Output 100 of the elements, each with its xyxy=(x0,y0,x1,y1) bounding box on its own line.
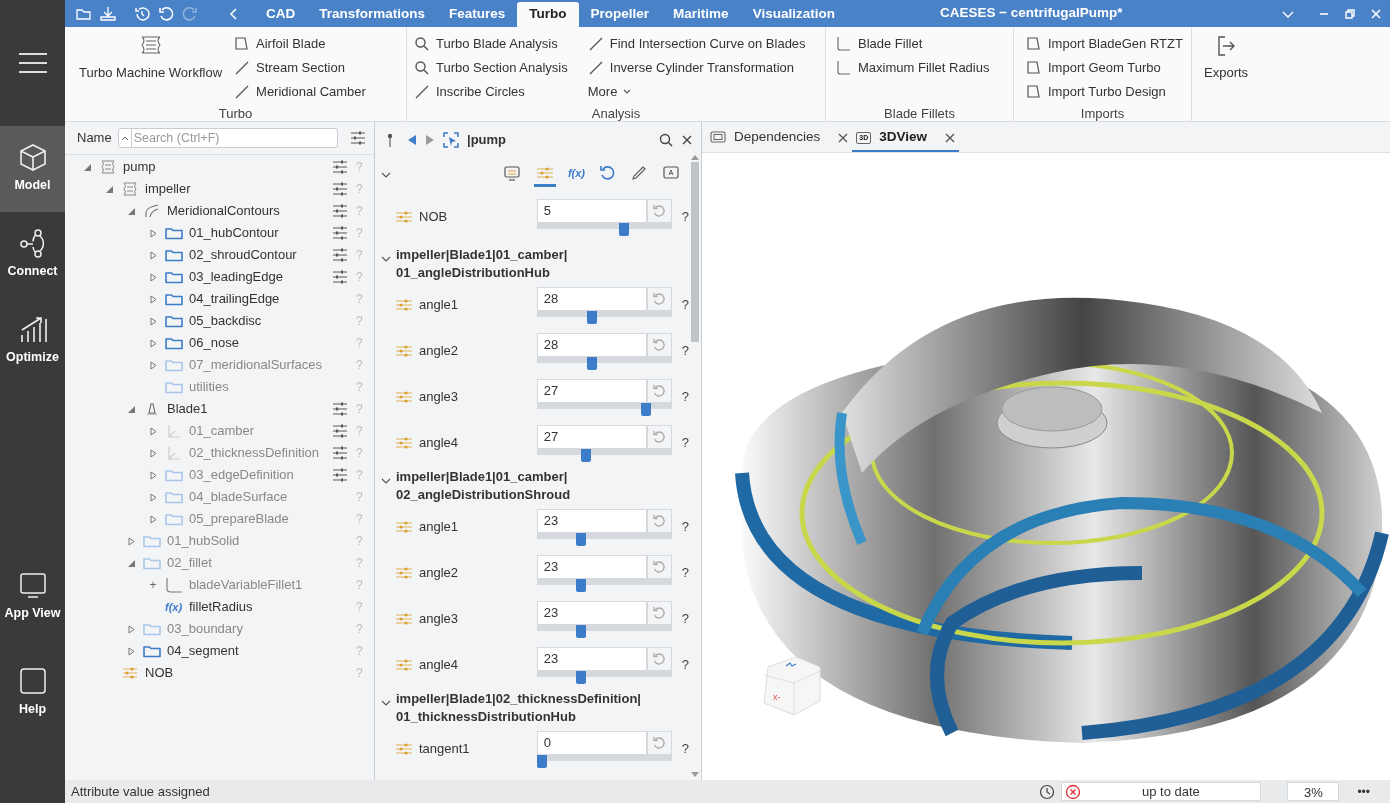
ribbon-tab[interactable]: Transformations xyxy=(307,2,438,27)
search-icon[interactable] xyxy=(659,132,673,147)
forward-arrow-icon[interactable] xyxy=(425,133,435,146)
reset-button[interactable] xyxy=(646,646,672,671)
slider-thumb[interactable] xyxy=(536,754,547,768)
value-field[interactable]: 28 xyxy=(536,286,647,311)
value-field[interactable]: 27 xyxy=(536,378,647,403)
large-button[interactable]: Turbo Machine Workflow xyxy=(79,34,223,104)
help-mark[interactable]: ? xyxy=(681,387,689,407)
chevron-down-icon[interactable] xyxy=(381,699,391,707)
slider-thumb[interactable] xyxy=(586,356,597,370)
ribbon-button[interactable]: Inscribe Circles xyxy=(414,82,568,102)
sliders-icon[interactable] xyxy=(332,467,348,483)
value-field[interactable]: 28 xyxy=(536,332,647,357)
close-icon[interactable] xyxy=(681,133,693,146)
help-mark[interactable]: ? xyxy=(681,295,689,315)
nav-item[interactable]: Help xyxy=(0,650,65,736)
collapsed-arrow-icon[interactable] xyxy=(126,624,136,634)
pin-icon[interactable] xyxy=(387,132,393,147)
chevron-down-icon[interactable] xyxy=(381,170,391,179)
sliders-icon[interactable] xyxy=(332,401,348,417)
tree-item[interactable]: 04_trailingEdge xyxy=(189,289,280,309)
sliders-icon[interactable] xyxy=(350,130,366,146)
slider-track[interactable] xyxy=(536,624,672,638)
slider-track[interactable] xyxy=(536,402,672,416)
help-mark[interactable]: ? xyxy=(681,739,689,759)
value-field[interactable]: 23 xyxy=(536,508,647,533)
search-field[interactable]: Search (Ctrl+F) xyxy=(131,128,338,148)
slider-track[interactable] xyxy=(536,448,672,462)
collapsed-arrow-icon[interactable] xyxy=(148,250,158,260)
slider-thumb[interactable] xyxy=(640,402,651,416)
collapsed-arrow-icon[interactable] xyxy=(148,272,158,282)
ribbon-button[interactable]: Find Intersection Curve on Blades xyxy=(587,34,806,54)
value-field[interactable]: 23 xyxy=(536,554,647,579)
view-mode-button[interactable]: f(x) xyxy=(565,162,587,187)
reset-button[interactable] xyxy=(646,508,672,533)
sliders-icon[interactable] xyxy=(332,247,348,263)
slider-thumb[interactable] xyxy=(575,670,586,684)
ribbon-tab[interactable]: Propeller xyxy=(578,2,662,27)
help-mark[interactable]: ? xyxy=(681,609,689,629)
collapsed-arrow-icon[interactable] xyxy=(148,360,158,370)
nav-item[interactable]: Optimize xyxy=(0,298,65,384)
ribbon-button[interactable]: Inverse Cylinder Transformation xyxy=(587,58,806,78)
history-icon[interactable] xyxy=(1039,783,1056,800)
reset-button[interactable] xyxy=(646,424,672,449)
tree-item[interactable]: 06_nose xyxy=(189,333,239,353)
scrollbar-thumb[interactable] xyxy=(691,162,699,342)
help-mark[interactable]: ? xyxy=(681,433,689,453)
back-arrow-icon[interactable] xyxy=(407,133,417,146)
sliders-icon[interactable] xyxy=(332,269,348,285)
help-mark[interactable]: ? xyxy=(681,563,689,583)
collapsed-arrow-icon[interactable] xyxy=(126,646,136,656)
chevron-down-icon[interactable] xyxy=(381,477,391,485)
ribbon-button[interactable]: More xyxy=(587,82,806,102)
slider-thumb[interactable] xyxy=(619,222,630,236)
ribbon-button[interactable]: Meridional Camber xyxy=(234,82,366,102)
value-field[interactable]: 0 xyxy=(536,730,647,755)
slider-track[interactable] xyxy=(536,578,672,592)
tree-item[interactable]: Blade1 xyxy=(167,399,208,419)
sliders-icon[interactable] xyxy=(332,159,348,175)
ribbon-button[interactable]: Airfoil Blade xyxy=(234,34,366,54)
slider-track[interactable] xyxy=(536,310,672,324)
collapsed-arrow-icon[interactable] xyxy=(126,536,136,546)
more-button[interactable]: ••• xyxy=(1357,782,1370,801)
tree-item[interactable]: impeller xyxy=(145,179,191,199)
tree-item[interactable]: MeridionalContours xyxy=(167,201,280,221)
ribbon-button[interactable]: Stream Section xyxy=(234,58,366,78)
slider-thumb[interactable] xyxy=(580,448,591,462)
expanded-arrow-icon[interactable] xyxy=(104,184,114,194)
ribbon-button[interactable]: Maximum Fillet Radius xyxy=(836,58,990,78)
tree-item[interactable]: pump xyxy=(123,157,156,177)
collapsed-arrow-icon[interactable] xyxy=(148,338,158,348)
help-mark[interactable]: ? xyxy=(681,655,689,675)
download-icon[interactable] xyxy=(100,5,116,22)
collapsed-arrow-icon[interactable] xyxy=(148,514,158,524)
document-tab[interactable]: Dependencies xyxy=(706,125,853,152)
slider-track[interactable] xyxy=(536,222,672,236)
tree-item[interactable]: filletRadius xyxy=(189,597,253,617)
restore-icon[interactable] xyxy=(1344,7,1356,20)
slider-thumb[interactable] xyxy=(575,532,586,546)
collapsed-arrow-icon[interactable] xyxy=(148,448,158,458)
select-icon[interactable] xyxy=(443,131,459,148)
ribbon-button[interactable]: Turbo Blade Analysis xyxy=(414,34,568,54)
collapsed-arrow-icon[interactable] xyxy=(148,470,158,480)
slider-track[interactable] xyxy=(536,670,672,684)
sliders-icon[interactable] xyxy=(332,181,348,197)
ribbon-button[interactable]: Import Geom Turbo xyxy=(1026,58,1183,78)
tree-item[interactable]: 04_segment xyxy=(167,641,239,661)
reset-button[interactable] xyxy=(646,332,672,357)
collapsed-arrow-icon[interactable] xyxy=(148,426,158,436)
expanded-arrow-icon[interactable] xyxy=(126,206,136,216)
undo-icon[interactable] xyxy=(158,5,174,22)
reset-button[interactable] xyxy=(646,554,672,579)
tree-item[interactable]: 05_backdisc xyxy=(189,311,262,331)
expand-marker[interactable]: + xyxy=(149,576,157,594)
slider-track[interactable] xyxy=(536,356,672,370)
help-mark[interactable]: ? xyxy=(681,517,689,537)
slider-track[interactable] xyxy=(536,532,672,546)
value-field[interactable]: 5 xyxy=(536,198,647,223)
collapsed-arrow-icon[interactable] xyxy=(148,228,158,238)
